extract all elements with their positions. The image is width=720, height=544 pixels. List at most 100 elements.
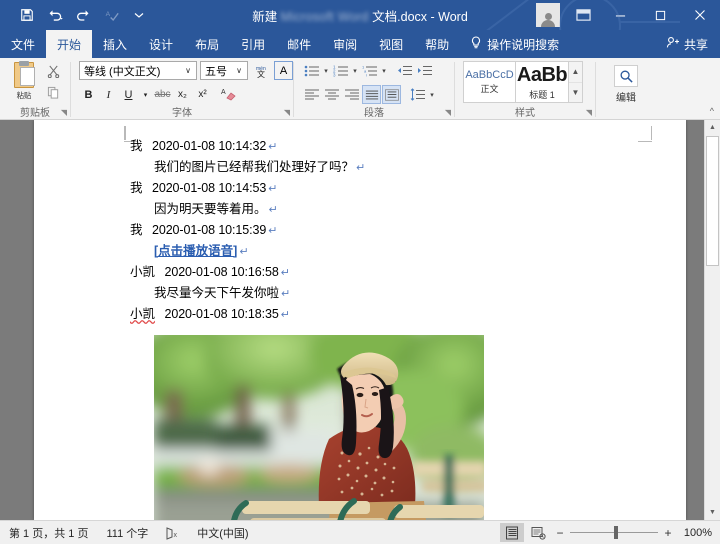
tab-home[interactable]: 开始 <box>46 30 92 58</box>
styles-scroll-up-icon[interactable]: ▲ <box>569 62 582 82</box>
title-bar: A 新建 Microsoft Word 文档.docx - Word <box>0 0 720 30</box>
tab-references[interactable]: 引用 <box>230 30 276 58</box>
bullets-button[interactable] <box>302 61 321 80</box>
justify-button[interactable] <box>362 85 381 104</box>
style-normal-sample: AaBbCcD <box>465 69 513 81</box>
status-right-controls: − + 100% <box>500 523 720 542</box>
chat-line-message: 我尽量今天下午发你啦↵ <box>130 284 646 305</box>
superscript-button[interactable]: x² <box>193 85 212 104</box>
font-size-combo[interactable]: 五号 ∨ <box>200 61 248 80</box>
pilcrow-icon: ↵ <box>237 246 248 258</box>
subscript-button[interactable]: x₂ <box>173 85 192 104</box>
line-spacing-chevron-icon[interactable]: ▾ <box>428 91 436 99</box>
underline-button[interactable]: U <box>119 85 138 104</box>
font-dialog-launcher-icon[interactable]: ◥ <box>284 106 290 119</box>
clear-formatting-button[interactable]: A <box>219 85 238 104</box>
play-voice-hyperlink[interactable]: [点击播放语音] <box>154 244 237 258</box>
customize-qat-chevron-icon[interactable] <box>126 3 152 27</box>
editing-label: 编辑 <box>616 89 636 104</box>
copy-button[interactable] <box>43 85 63 103</box>
redo-icon[interactable] <box>70 3 96 27</box>
style-heading1[interactable]: AaBb 标题 1 <box>516 61 569 103</box>
styles-dialog-launcher-icon[interactable]: ◥ <box>586 106 592 119</box>
vertical-scrollbar[interactable]: ▲ ▼ <box>704 120 720 520</box>
view-print-layout-button[interactable] <box>500 523 524 542</box>
close-button[interactable] <box>680 0 720 30</box>
tab-file[interactable]: 文件 <box>0 30 46 58</box>
ribbon-display-options-icon[interactable] <box>566 0 600 30</box>
document-page[interactable]: 我 2020-01-08 10:14:32↵ 我们的图片已经帮我们处理好了吗？↵… <box>34 120 686 520</box>
align-right-button[interactable] <box>342 85 361 104</box>
scissors-icon <box>47 65 60 81</box>
multilevel-list-button[interactable]: 1ai <box>360 61 379 80</box>
numbering-button[interactable]: 123 <box>331 61 350 80</box>
character-border-button[interactable]: A <box>274 61 293 80</box>
zoom-slider-handle[interactable] <box>614 526 618 539</box>
maximize-button[interactable] <box>640 0 680 30</box>
tab-mailings[interactable]: 邮件 <box>276 30 322 58</box>
numbering-chevron-icon[interactable]: ▾ <box>351 67 359 75</box>
account-avatar[interactable] <box>536 3 560 27</box>
scroll-up-icon[interactable]: ▲ <box>705 120 720 135</box>
zoom-out-button[interactable]: − <box>552 526 568 540</box>
bullets-chevron-icon[interactable]: ▾ <box>322 67 330 75</box>
view-web-layout-button[interactable] <box>526 523 550 542</box>
status-word-count[interactable]: 111 个字 <box>97 525 157 541</box>
status-proofing[interactable]: x <box>157 527 188 539</box>
svg-text:i: i <box>366 72 367 77</box>
vertical-scroll-thumb[interactable] <box>706 136 719 266</box>
save-icon[interactable] <box>14 3 40 27</box>
eraser-icon: A <box>221 86 237 104</box>
cut-button[interactable] <box>43 64 63 82</box>
status-page-info[interactable]: 第 1 页，共 1 页 <box>0 525 97 541</box>
tab-design[interactable]: 设计 <box>138 30 184 58</box>
inline-image-photo-young-woman-park[interactable] <box>154 335 484 521</box>
paragraph-dialog-launcher-icon[interactable]: ◥ <box>445 106 451 119</box>
font-size-value: 五号 <box>205 63 233 79</box>
chat-timestamp: 2020-01-08 10:15:39 <box>152 223 266 237</box>
tab-review[interactable]: 审阅 <box>322 30 368 58</box>
paste-button[interactable]: 粘贴 <box>5 61 43 100</box>
tab-layout[interactable]: 布局 <box>184 30 230 58</box>
styles-scroll-down-icon[interactable]: ▼ <box>569 82 582 103</box>
increase-indent-button[interactable] <box>415 61 434 80</box>
multilevel-chevron-icon[interactable]: ▾ <box>380 67 388 75</box>
spelling-check-icon[interactable]: A <box>98 3 124 27</box>
zoom-level-label[interactable]: 100% <box>678 527 712 539</box>
collapse-ribbon-icon[interactable]: ^ <box>710 106 714 116</box>
phonetic-guide-button[interactable]: mén文 <box>251 61 271 80</box>
underline-dropdown-chevron-icon[interactable]: ▾ <box>139 85 152 104</box>
zoom-slider[interactable] <box>570 525 658 541</box>
title-bar-right <box>536 0 720 30</box>
tell-me-search[interactable]: 操作说明搜索 <box>460 30 569 58</box>
tab-help[interactable]: 帮助 <box>414 30 460 58</box>
undo-icon[interactable] <box>42 3 68 27</box>
svg-text:文: 文 <box>257 69 265 79</box>
person-icon <box>536 3 560 27</box>
zoom-in-button[interactable]: + <box>660 526 676 540</box>
document-content[interactable]: 我 2020-01-08 10:14:32↵ 我们的图片已经帮我们处理好了吗？↵… <box>130 136 646 520</box>
align-left-button[interactable] <box>302 85 321 104</box>
bold-button[interactable]: B <box>79 85 98 104</box>
tab-view[interactable]: 视图 <box>368 30 414 58</box>
decrease-indent-button[interactable] <box>395 61 414 80</box>
distribute-button[interactable] <box>382 85 401 104</box>
style-normal[interactable]: AaBbCcD 正文 <box>463 61 516 103</box>
font-name-combo[interactable]: 等线 (中文正文) ∨ <box>79 61 197 80</box>
clipboard-dialog-launcher-icon[interactable]: ◥ <box>61 106 67 119</box>
align-center-button[interactable] <box>322 85 341 104</box>
line-spacing-button[interactable] <box>408 85 427 104</box>
tell-me-label: 操作说明搜索 <box>487 36 559 53</box>
share-button[interactable]: 共享 <box>654 30 720 58</box>
tab-insert[interactable]: 插入 <box>92 30 138 58</box>
styles-group-title: 样式 <box>515 108 535 119</box>
pilcrow-icon: ↵ <box>266 225 277 237</box>
status-language[interactable]: 中文(中国) <box>188 525 257 541</box>
strikethrough-button[interactable]: abc <box>153 85 172 104</box>
minimize-button[interactable] <box>600 0 640 30</box>
editing-button[interactable]: 编辑 <box>604 61 648 104</box>
scroll-down-icon[interactable]: ▼ <box>705 505 720 520</box>
ribbon-group-clipboard: 粘贴 剪贴板 ◥ <box>0 58 70 120</box>
italic-button[interactable]: I <box>99 85 118 104</box>
svg-text:A: A <box>105 11 110 18</box>
